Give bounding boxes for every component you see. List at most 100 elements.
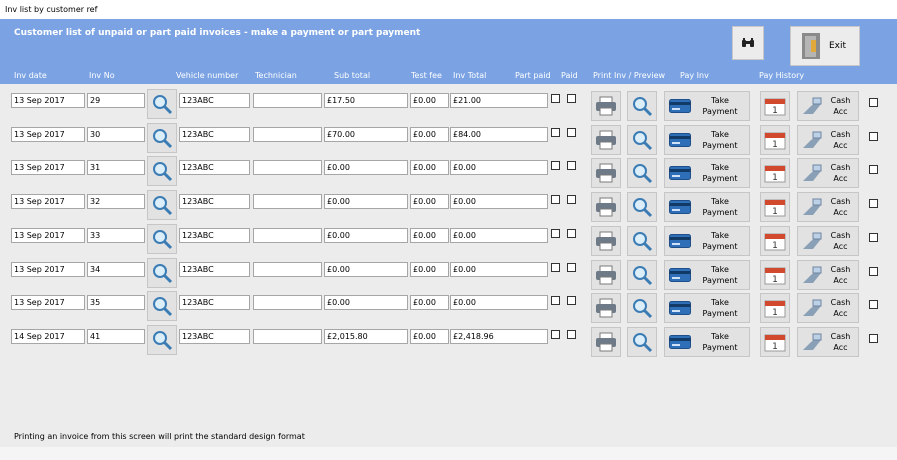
pay-history-button[interactable]: 1 — [760, 326, 790, 357]
print-invoice-button[interactable] — [591, 158, 621, 189]
view-invoice-button[interactable] — [147, 190, 177, 221]
inv-total-field[interactable]: £0.00 — [450, 227, 548, 243]
paid-checkbox[interactable] — [567, 296, 576, 306]
take-payment-button[interactable]: Take Payment — [664, 326, 750, 357]
paid-checkbox[interactable] — [567, 195, 576, 205]
view-invoice-button[interactable] — [147, 257, 177, 288]
print-invoice-button[interactable] — [591, 326, 621, 357]
preview-invoice-button[interactable] — [627, 225, 657, 256]
inv-date-field[interactable]: 13 Sep 2017 — [11, 93, 85, 108]
technician-field[interactable] — [253, 93, 322, 108]
preview-invoice-button[interactable] — [627, 259, 657, 290]
part-paid-checkbox[interactable] — [551, 228, 560, 238]
paid-checkbox[interactable] — [567, 161, 576, 171]
vehicle-number-field[interactable]: 123ABC — [179, 261, 250, 277]
view-invoice-button[interactable] — [147, 291, 177, 322]
technician-field[interactable] — [253, 227, 322, 243]
vehicle-number-field[interactable]: 123ABC — [179, 295, 250, 311]
inv-no-field[interactable]: 30 — [87, 126, 145, 142]
part-paid-checkbox[interactable] — [551, 262, 560, 272]
inv-no-field[interactable]: 35 — [87, 295, 145, 311]
test-fee-field[interactable]: £0.00 — [410, 160, 449, 176]
vehicle-number-field[interactable]: 123ABC — [179, 160, 250, 176]
cash-account-button[interactable]: Cash Acc — [797, 225, 859, 256]
inv-date-field[interactable]: 13 Sep 2017 — [11, 295, 85, 311]
inv-total-field[interactable]: £2,418.96 — [450, 328, 548, 344]
cash-account-button[interactable]: Cash Acc — [797, 326, 859, 357]
technician-field[interactable] — [253, 328, 322, 344]
subtotal-field[interactable]: £17.50 — [324, 93, 408, 108]
exit-button[interactable]: Exit — [790, 26, 860, 66]
vehicle-number-field[interactable]: 123ABC — [179, 93, 250, 108]
preview-invoice-button[interactable] — [627, 293, 657, 324]
technician-field[interactable] — [253, 126, 322, 142]
preview-invoice-button[interactable] — [627, 158, 657, 189]
inv-no-field[interactable]: 34 — [87, 261, 145, 277]
part-paid-checkbox[interactable] — [551, 195, 560, 205]
inv-total-field[interactable]: £0.00 — [450, 194, 548, 210]
test-fee-field[interactable]: £0.00 — [410, 93, 449, 108]
view-invoice-button[interactable] — [147, 324, 177, 355]
take-payment-button[interactable]: Take Payment — [664, 225, 750, 256]
cash-account-button[interactable]: Cash Acc — [797, 91, 859, 121]
part-paid-checkbox[interactable] — [551, 161, 560, 171]
subtotal-field[interactable]: £0.00 — [324, 261, 408, 277]
technician-field[interactable] — [253, 194, 322, 210]
row-select-checkbox[interactable] — [869, 165, 878, 175]
pay-history-button[interactable]: 1 — [760, 158, 790, 189]
inv-no-field[interactable]: 41 — [87, 328, 145, 344]
test-fee-field[interactable]: £0.00 — [410, 194, 449, 210]
print-invoice-button[interactable] — [591, 192, 621, 223]
part-paid-checkbox[interactable] — [551, 296, 560, 306]
row-select-checkbox[interactable] — [869, 333, 878, 343]
inv-total-field[interactable]: £21.00 — [450, 93, 548, 108]
take-payment-button[interactable]: Take Payment — [664, 192, 750, 223]
vehicle-number-field[interactable]: 123ABC — [179, 227, 250, 243]
cash-account-button[interactable]: Cash Acc — [797, 259, 859, 290]
technician-field[interactable] — [253, 261, 322, 277]
paid-checkbox[interactable] — [567, 127, 576, 137]
test-fee-field[interactable]: £0.00 — [410, 227, 449, 243]
preview-invoice-button[interactable] — [627, 124, 657, 155]
inv-total-field[interactable]: £84.00 — [450, 126, 548, 142]
vehicle-number-field[interactable]: 123ABC — [179, 126, 250, 142]
subtotal-field[interactable]: £0.00 — [324, 227, 408, 243]
row-select-checkbox[interactable] — [869, 98, 878, 107]
inv-date-field[interactable]: 13 Sep 2017 — [11, 126, 85, 142]
pay-history-button[interactable]: 1 — [760, 259, 790, 290]
cash-account-button[interactable]: Cash Acc — [797, 293, 859, 324]
take-payment-button[interactable]: Take Payment — [664, 124, 750, 155]
paid-checkbox[interactable] — [567, 262, 576, 272]
preview-invoice-button[interactable] — [627, 326, 657, 357]
take-payment-button[interactable]: Take Payment — [664, 293, 750, 324]
view-invoice-button[interactable] — [147, 122, 177, 153]
cash-account-button[interactable]: Cash Acc — [797, 192, 859, 223]
row-select-checkbox[interactable] — [869, 199, 878, 209]
test-fee-field[interactable]: £0.00 — [410, 261, 449, 277]
pay-history-button[interactable]: 1 — [760, 293, 790, 324]
print-invoice-button[interactable] — [591, 91, 621, 121]
print-invoice-button[interactable] — [591, 124, 621, 155]
test-fee-field[interactable]: £0.00 — [410, 328, 449, 344]
preview-invoice-button[interactable] — [627, 192, 657, 223]
paid-checkbox[interactable] — [567, 228, 576, 238]
inv-no-field[interactable]: 33 — [87, 227, 145, 243]
cash-account-button[interactable]: Cash Acc — [797, 124, 859, 155]
inv-total-field[interactable]: £0.00 — [450, 160, 548, 176]
inv-no-field[interactable]: 31 — [87, 160, 145, 176]
pay-history-button[interactable]: 1 — [760, 124, 790, 155]
part-paid-checkbox[interactable] — [551, 329, 560, 339]
find-button[interactable] — [732, 26, 764, 60]
subtotal-field[interactable]: £2,015.80 — [324, 328, 408, 344]
paid-checkbox[interactable] — [567, 329, 576, 339]
print-invoice-button[interactable] — [591, 293, 621, 324]
take-payment-button[interactable]: Take Payment — [664, 259, 750, 290]
inv-date-field[interactable]: 13 Sep 2017 — [11, 194, 85, 210]
view-invoice-button[interactable] — [147, 89, 177, 119]
row-select-checkbox[interactable] — [869, 300, 878, 310]
vehicle-number-field[interactable]: 123ABC — [179, 328, 250, 344]
pay-history-button[interactable]: 1 — [760, 91, 790, 121]
pay-history-button[interactable]: 1 — [760, 225, 790, 256]
inv-no-field[interactable]: 32 — [87, 194, 145, 210]
inv-date-field[interactable]: 13 Sep 2017 — [11, 227, 85, 243]
